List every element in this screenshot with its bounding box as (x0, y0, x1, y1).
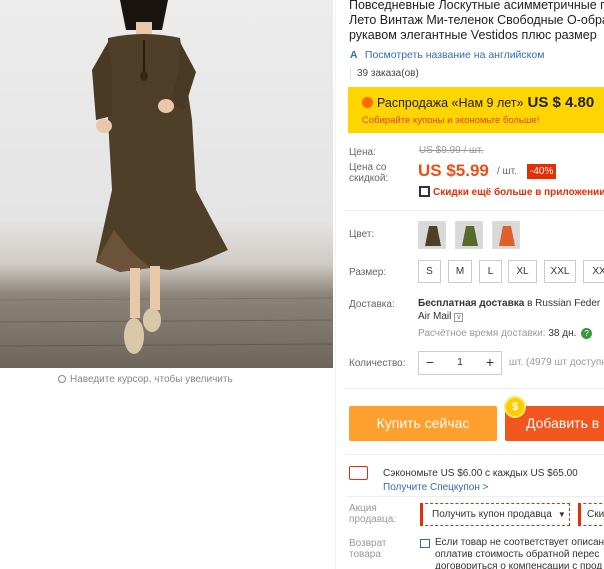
stock-available: шт. (4979 шт доступно (509, 357, 604, 368)
shipping-method-select[interactable]: Air Mail v (418, 311, 464, 322)
shipping-label: Доставка: (349, 299, 395, 310)
divider (335, 0, 336, 569)
shipping-info: Бесплатная доставка в Russian Feder (418, 298, 601, 309)
price-unit: / шт. (497, 166, 517, 177)
coupon-save-text: Сэкономьте US $6.00 с каждых US $65.00 (383, 468, 578, 479)
size-option[interactable]: M (448, 260, 472, 283)
color-swatch-green[interactable] (455, 221, 483, 249)
old-price: US $9.99 / шт. (419, 145, 484, 156)
buy-now-button[interactable]: Купить сейчас (349, 406, 497, 441)
size-option[interactable]: XXL (544, 260, 576, 283)
color-swatch-orange[interactable] (492, 221, 520, 249)
discount-badge: -40% (527, 164, 557, 179)
size-option[interactable]: XL (508, 260, 537, 283)
quantity-input[interactable]: 1 (441, 352, 479, 374)
quantity-stepper: − 1 + (418, 351, 502, 375)
color-swatch-brown[interactable] (418, 221, 446, 249)
price-label: Цена: (349, 147, 376, 158)
coin-icon: $ (504, 396, 526, 418)
size-option[interactable]: S (418, 260, 441, 283)
seller-promo-label: Акция продавца: (349, 503, 397, 525)
quantity-label: Количество: (349, 358, 406, 369)
divider (345, 388, 604, 389)
sale-icon (362, 97, 373, 108)
get-coupon-link[interactable]: Получите Спецкупон > (383, 482, 489, 493)
returns-icon (420, 539, 430, 548)
coupon-icon (349, 466, 368, 480)
current-price: US $5.99 (418, 161, 489, 180)
title-line: Повседневные Лоскутные асимметричные п (349, 0, 604, 12)
size-option[interactable]: L (479, 260, 502, 283)
caret-down-icon: ▼ (557, 510, 566, 519)
title-line: Лето Винтаж Ми-теленок Свободные О-обра (349, 13, 604, 27)
divider (345, 496, 604, 497)
sale-banner: Распродажа «Нам 9 лет» US $ 4.80 Собирайт… (348, 87, 604, 133)
divider (345, 210, 604, 211)
chevron-down-icon[interactable]: v (454, 313, 464, 322)
size-label: Размер: (349, 267, 387, 278)
product-image[interactable] (0, 0, 333, 368)
returns-text: Если товар не соответствует описан оплат… (435, 537, 604, 569)
increment-button[interactable]: + (479, 352, 501, 374)
divider (345, 454, 604, 455)
dress-photo (0, 0, 333, 354)
translate-icon: A (350, 49, 358, 61)
size-option[interactable]: XX (583, 260, 604, 283)
sale-price: US $ 4.80 (527, 94, 595, 111)
color-label: Цвет: (349, 229, 375, 240)
qr-code-icon (419, 186, 430, 197)
title-line: рукавом элегантные Vestidos плюс размер (349, 28, 597, 42)
sale-price-row: Распродажа «Нам 9 лет» US $ 4.80 (362, 94, 594, 111)
product-title: Повседневные Лоскутные асимметричные п Л… (349, 0, 604, 43)
orders-count: 39 заказа(ов) (350, 68, 419, 79)
sale-subtext: Собирайте купоны и экономьте больше! (362, 115, 540, 126)
app-discount-link[interactable]: Скидки ещё больше в приложении (419, 186, 604, 198)
returns-label: Возврат товара (349, 538, 387, 560)
decrement-button[interactable]: − (419, 352, 441, 374)
delivery-time: Расчётное время доставки: 38 дн. ? (418, 328, 593, 339)
zoom-hint: Наведите курсор, чтобы увеличить (58, 374, 233, 385)
seller-coupon-button[interactable]: Получить купон продавца ▼ (420, 503, 570, 526)
seller-coupon-button-2[interactable]: Ски (578, 503, 604, 526)
magnifier-icon (58, 375, 66, 383)
help-icon[interactable]: ? (581, 328, 593, 339)
discount-price-label: Цена со скидкой: (349, 162, 389, 184)
translate-link[interactable]: A Посмотреть название на английском (350, 49, 544, 61)
